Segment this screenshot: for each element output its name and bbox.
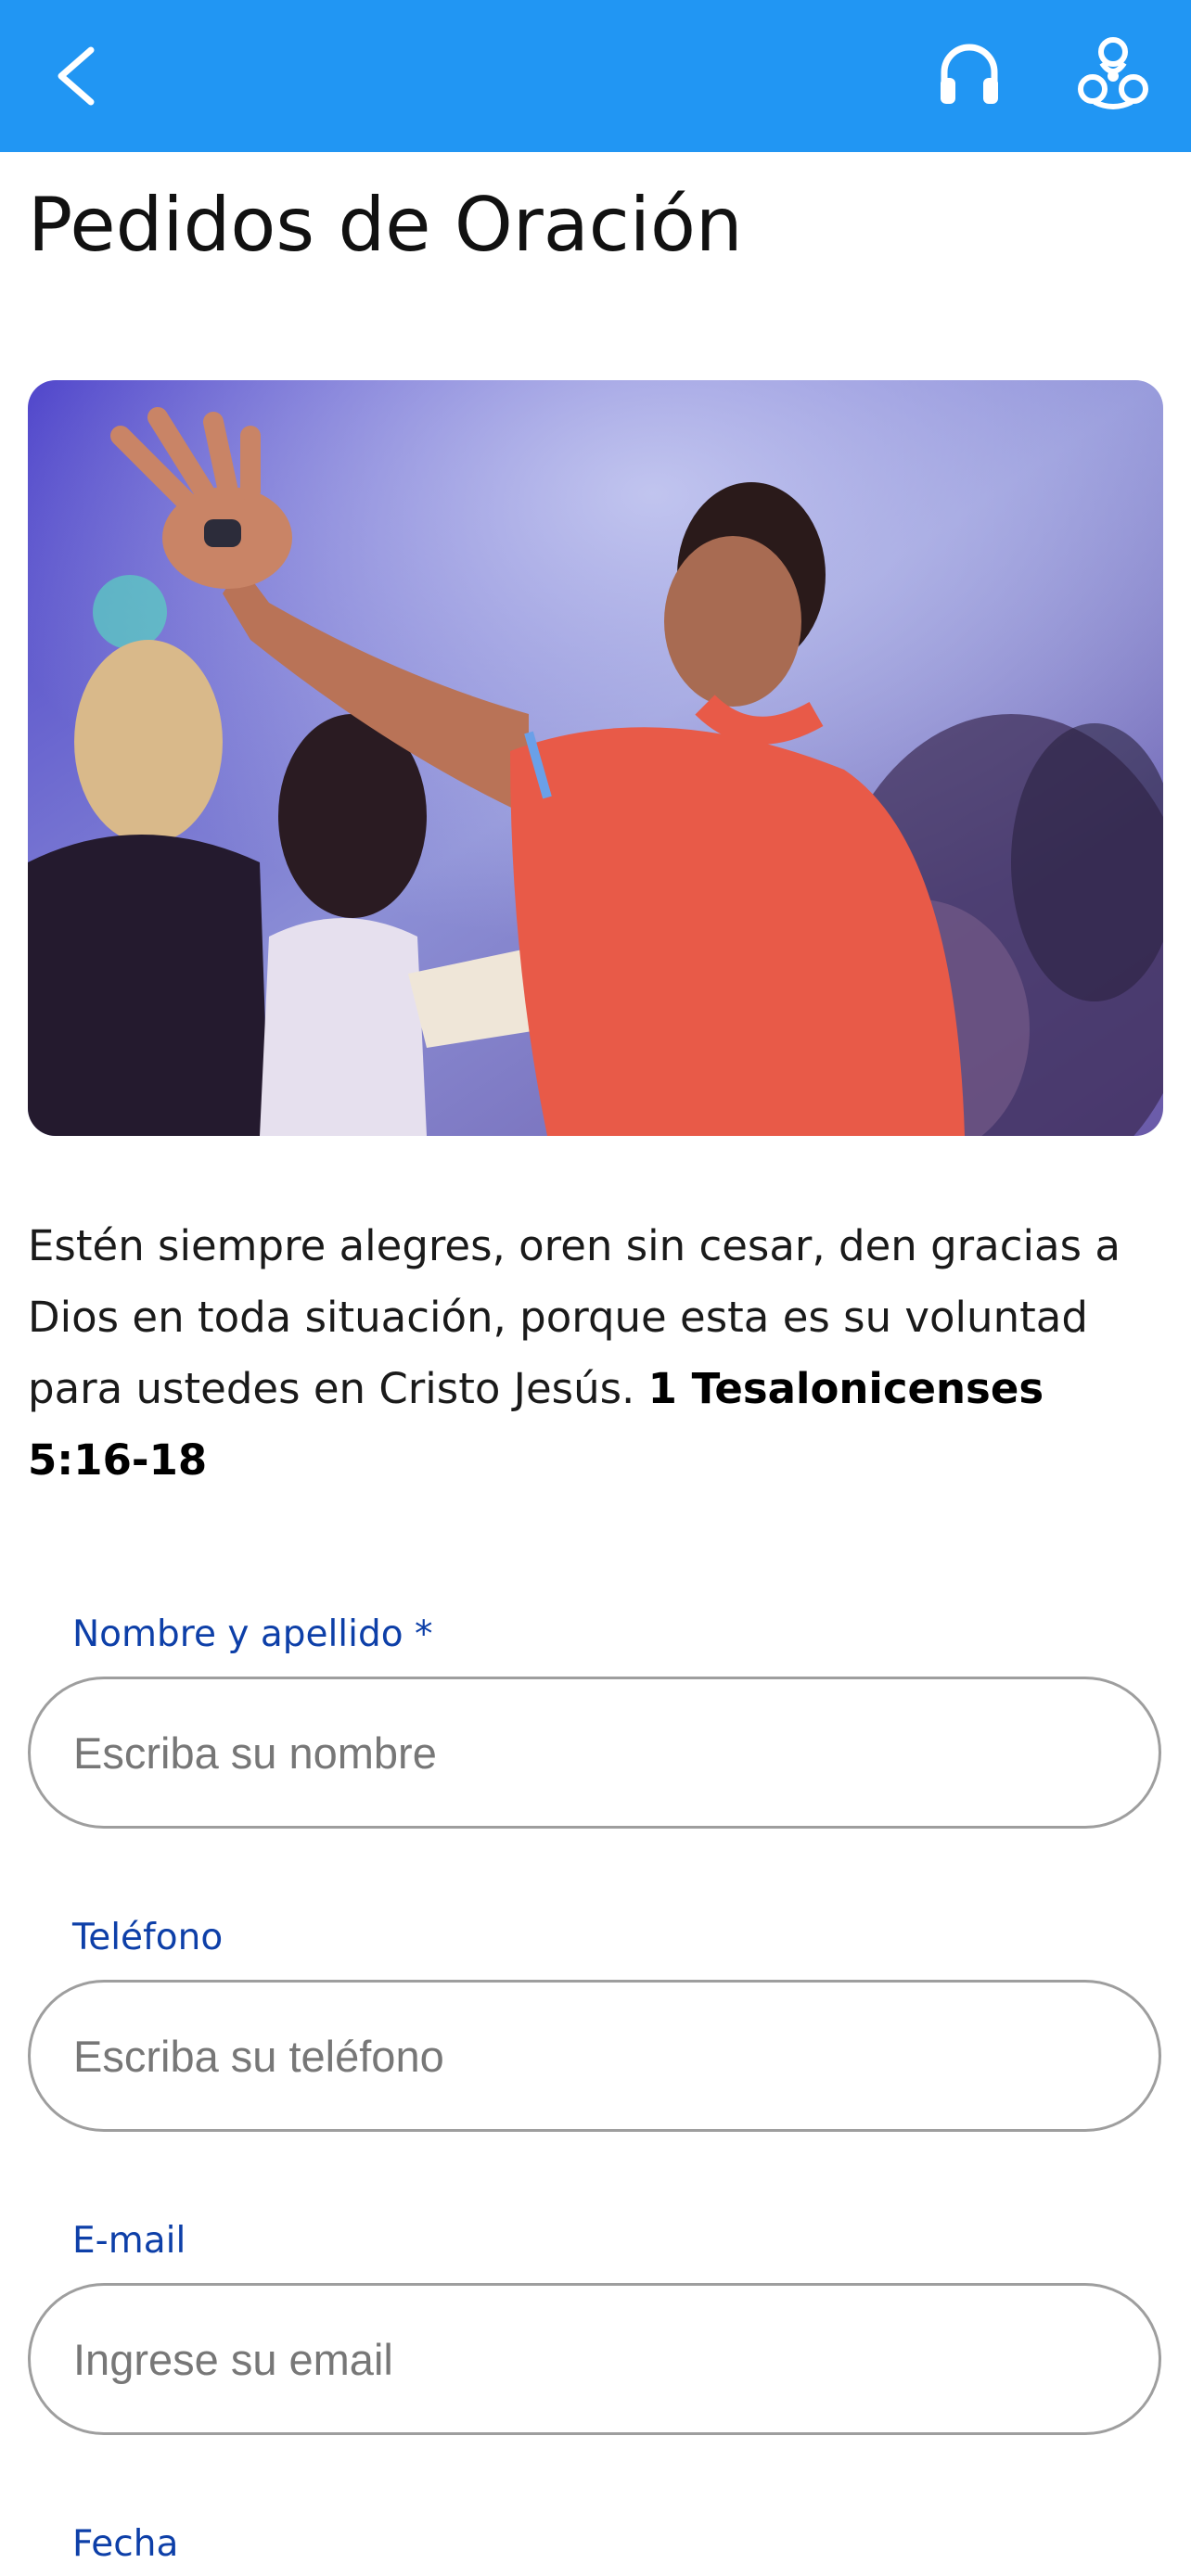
- hero-image: [28, 380, 1163, 1136]
- phone-label: Teléfono: [72, 1917, 224, 1958]
- name-input[interactable]: [28, 1677, 1161, 1829]
- bible-verse: Estén siempre alegres, oren sin cesar, d…: [28, 1210, 1169, 1496]
- app-header: [0, 0, 1191, 152]
- date-label: Fecha: [72, 2523, 179, 2565]
- page-title: Pedidos de Oración: [28, 182, 743, 268]
- audio-button[interactable]: [935, 37, 1004, 108]
- back-button[interactable]: [48, 41, 108, 111]
- headphones-icon: [941, 44, 998, 104]
- phone-input[interactable]: [28, 1980, 1161, 2132]
- chevron-left-icon: [58, 46, 95, 106]
- email-label: E-mail: [72, 2220, 186, 2262]
- ministry-logo-icon: [1078, 37, 1148, 109]
- ministry-logo-button[interactable]: [1074, 35, 1152, 113]
- email-input[interactable]: [28, 2283, 1161, 2435]
- name-label: Nombre y apellido *: [72, 1613, 433, 1655]
